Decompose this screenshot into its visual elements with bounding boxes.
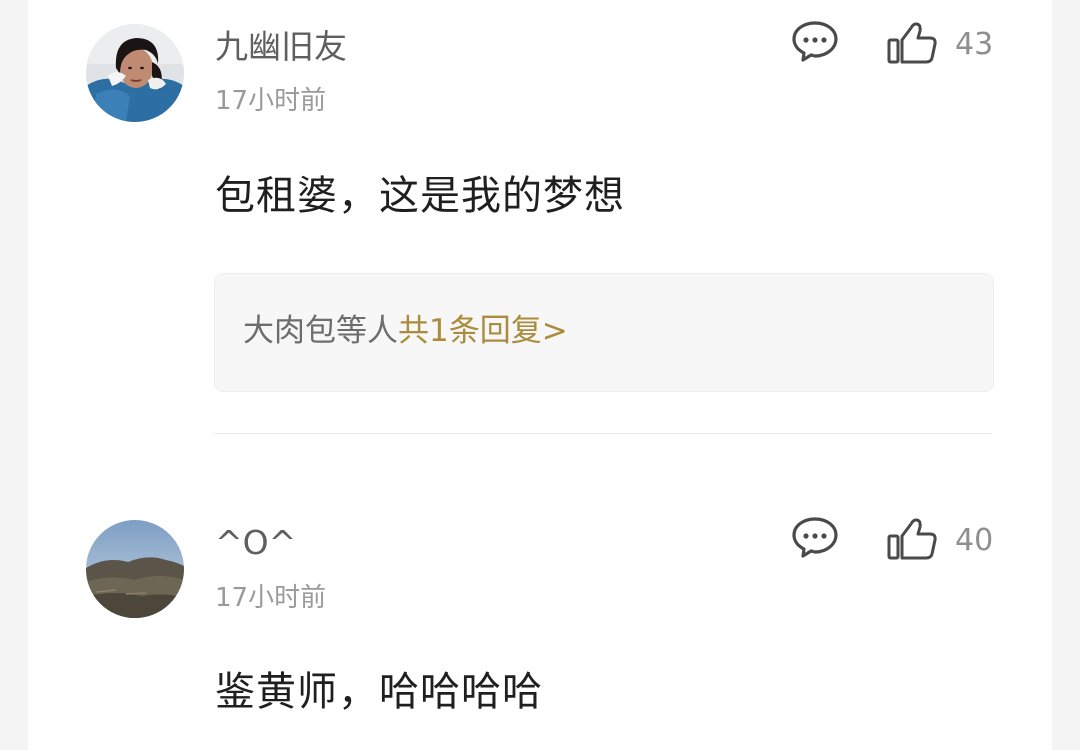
comment-content: 包租婆，这是我的梦想 (215, 173, 625, 219)
user-avatar[interactable] (86, 24, 184, 122)
reply-etc-text: 等人 (336, 313, 398, 349)
thumbs-up-icon[interactable] (886, 20, 940, 66)
comment-content: 鉴黄师，哈哈哈哈 (215, 669, 543, 715)
comment-time: 17小时前 (215, 86, 327, 116)
comment-list: 九幽旧友 17小时前 43 包租婆，这是我的梦想 大肉包等人共1条回复> ^O^… (28, 0, 1052, 750)
mountain-photo-icon (86, 520, 184, 618)
comment-divider (214, 433, 992, 434)
comment-time: 17小时前 (215, 583, 327, 613)
reply-user-names[interactable]: 大肉包 (243, 313, 336, 349)
speech-bubble-icon[interactable] (791, 516, 839, 558)
view-replies-link[interactable]: 共1条回复> (398, 313, 568, 349)
replies-summary: 大肉包等人共1条回复> (243, 311, 568, 351)
like-count: 40 (955, 523, 994, 558)
thumbs-up-icon[interactable] (886, 516, 940, 562)
portrait-photo-icon (86, 24, 184, 122)
username[interactable]: ^O^ (215, 523, 296, 563)
speech-bubble-icon[interactable] (791, 20, 839, 62)
replies-preview[interactable]: 大肉包等人共1条回复> (214, 273, 994, 392)
user-avatar[interactable] (86, 520, 184, 618)
username[interactable]: 九幽旧友 (215, 27, 347, 67)
like-count: 43 (955, 27, 994, 62)
